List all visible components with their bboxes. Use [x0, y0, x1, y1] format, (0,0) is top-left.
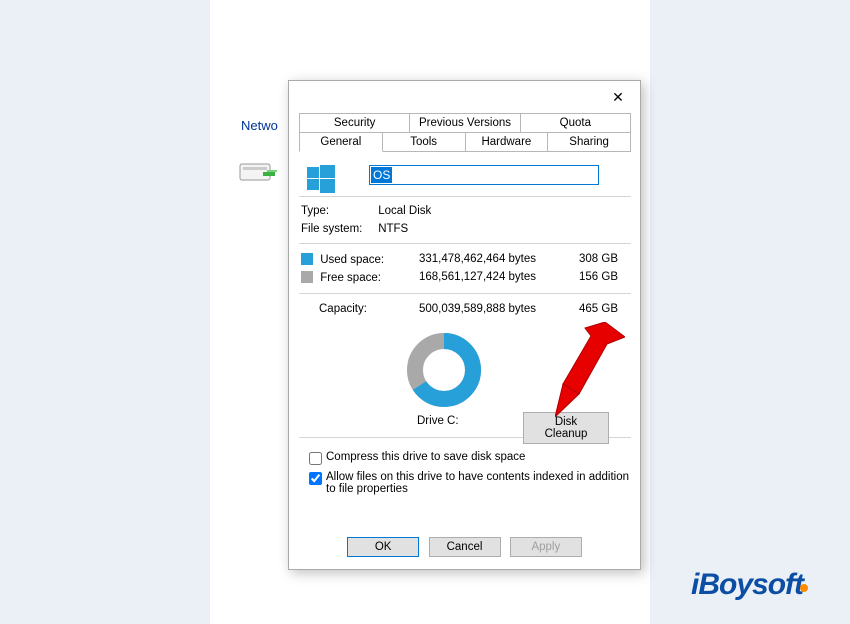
separator [299, 243, 631, 244]
tab-strip: Security Previous Versions Quota General… [299, 113, 631, 152]
watermark: iBoysoft [691, 568, 808, 602]
free-human: 156 GB [579, 271, 618, 283]
ok-button[interactable]: OK [347, 537, 419, 557]
separator [299, 196, 631, 197]
type-value: Local Disk [378, 205, 431, 217]
tab-tools[interactable]: Tools [382, 132, 466, 152]
separator [299, 293, 631, 294]
used-label: Used space: [320, 254, 384, 266]
capacity-human: 465 GB [579, 303, 618, 315]
drive-icon [239, 158, 277, 186]
free-color-swatch [301, 271, 313, 283]
used-human: 308 GB [579, 253, 618, 265]
network-label: Netwo [241, 118, 278, 133]
compress-checkbox[interactable] [309, 452, 322, 465]
drive-name-input[interactable] [369, 165, 599, 185]
close-icon[interactable]: ✕ [608, 87, 628, 107]
windows-logo-icon [307, 165, 335, 193]
tab-general[interactable]: General [299, 132, 383, 152]
drive-caption: Drive C: [417, 415, 459, 427]
compress-checkbox-row[interactable]: Compress this drive to save disk space [309, 451, 629, 465]
used-bytes: 331,478,462,464 bytes [419, 253, 536, 265]
used-color-swatch [301, 253, 313, 265]
properties-dialog: ✕ Security Previous Versions Quota Gener… [288, 80, 641, 570]
index-label: Allow files on this drive to have conten… [326, 471, 629, 495]
tab-security[interactable]: Security [299, 113, 410, 132]
free-label: Free space: [320, 272, 381, 284]
free-bytes: 168,561,127,424 bytes [419, 271, 536, 283]
apply-button[interactable]: Apply [510, 537, 582, 557]
compress-label: Compress this drive to save disk space [326, 451, 525, 463]
index-checkbox[interactable] [309, 472, 322, 485]
filesystem-value: NTFS [378, 223, 408, 235]
general-pane: OS Type: Local Disk File system: NTFS Us… [299, 161, 631, 521]
filesystem-label: File system: [301, 223, 375, 235]
capacity-label: Capacity: [319, 303, 367, 315]
cancel-button[interactable]: Cancel [429, 537, 501, 557]
watermark-dot-icon [800, 584, 808, 592]
tab-sharing[interactable]: Sharing [547, 132, 631, 152]
index-checkbox-row[interactable]: Allow files on this drive to have conten… [309, 471, 629, 495]
type-label: Type: [301, 205, 375, 217]
tab-previous-versions[interactable]: Previous Versions [409, 113, 520, 132]
dialog-button-row: OK Cancel Apply [289, 537, 640, 557]
capacity-bytes: 500,039,589,888 bytes [419, 303, 536, 315]
tab-quota[interactable]: Quota [520, 113, 631, 132]
drive-name-selection: OS [371, 167, 392, 183]
tab-hardware[interactable]: Hardware [465, 132, 549, 152]
usage-pie-chart [405, 331, 483, 409]
disk-cleanup-button[interactable]: Disk Cleanup [523, 412, 609, 444]
